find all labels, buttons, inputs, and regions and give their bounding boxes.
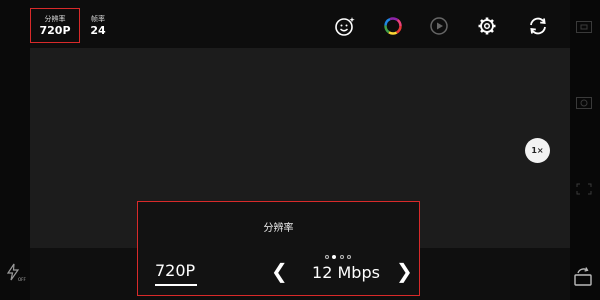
right-strip [570,0,600,300]
page-dot [346,255,351,259]
framerate-param-button[interactable]: 帧率 24 [86,8,110,43]
flash-toggle-button[interactable]: OFF [6,263,28,285]
left-strip [0,0,30,300]
page-dot [339,255,344,259]
flip-camera-icon[interactable] [527,15,549,37]
page-indicator [325,254,351,260]
panel-title: 分辨率 [263,223,294,234]
resolution-param-label: 分辨率 [44,14,66,23]
framerate-param-label: 帧率 [91,14,105,23]
rotate-screen-icon[interactable] [574,266,592,286]
page-dot-active [332,255,337,259]
resolution-settings-panel: 分辨率 720P ❮ 12 Mbps ❯ [137,201,420,296]
framerate-param-value: 24 [90,23,106,37]
settings-icon[interactable] [476,15,498,37]
next-option-button[interactable]: ❯ [396,260,413,282]
page-dot [325,255,329,259]
play-icon[interactable] [428,15,450,37]
fullscreen-icon[interactable] [575,182,593,196]
camera-mode-icon[interactable] [575,96,593,110]
color-filter-icon[interactable] [382,15,404,37]
resolution-option[interactable]: 720P [155,261,195,281]
resolution-param-button[interactable]: 分辨率 720P [30,8,80,43]
resolution-underline [155,284,197,286]
face-effect-icon[interactable] [334,15,356,37]
bitrate-value: 12 Mbps [312,263,380,282]
screenshot-frame-icon[interactable] [575,20,593,34]
resolution-param-value: 720P [39,23,71,37]
flash-state-label: OFF [18,277,26,282]
zoom-button[interactable]: 1× [525,138,550,163]
prev-option-button[interactable]: ❮ [271,260,288,282]
